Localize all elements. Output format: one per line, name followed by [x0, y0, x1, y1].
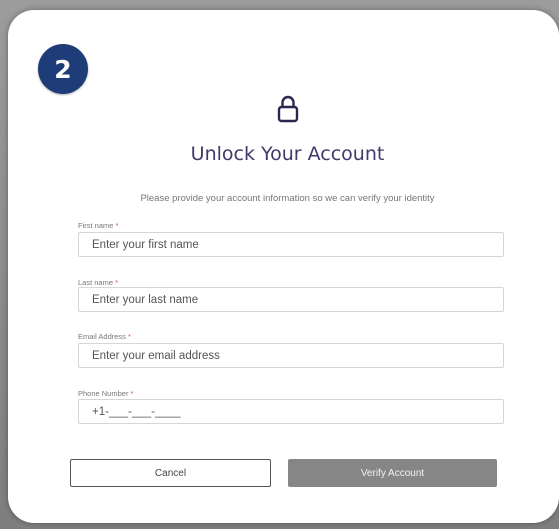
email-label-text: Email Address [78, 332, 126, 341]
unlock-account-dialog: 2 Unlock Your Account Please provide you… [8, 10, 559, 523]
verify-account-button[interactable]: Verify Account [288, 459, 497, 487]
last-name-label: Last name * [78, 278, 118, 287]
lock-icon [277, 95, 299, 123]
first-name-label: First name * [78, 221, 118, 230]
required-asterisk: * [115, 221, 119, 230]
email-label: Email Address * [78, 332, 131, 341]
last-name-input[interactable] [78, 287, 504, 312]
step-badge: 2 [38, 44, 88, 94]
last-name-label-text: Last name [78, 278, 114, 287]
screenshot-frame: 2 Unlock Your Account Please provide you… [0, 0, 559, 529]
page-subtitle: Please provide your account information … [140, 193, 435, 204]
required-asterisk: * [128, 332, 131, 341]
first-name-input[interactable] [78, 232, 504, 257]
phone-input[interactable] [78, 399, 504, 424]
required-asterisk: * [115, 278, 119, 287]
email-input[interactable] [78, 343, 504, 368]
phone-label: Phone Number * [78, 389, 133, 398]
page-title: Unlock Your Account [190, 143, 385, 165]
phone-label-text: Phone Number [78, 389, 129, 398]
cancel-button[interactable]: Cancel [70, 459, 271, 487]
first-name-label-text: First name [78, 221, 114, 230]
required-asterisk: * [130, 389, 134, 398]
